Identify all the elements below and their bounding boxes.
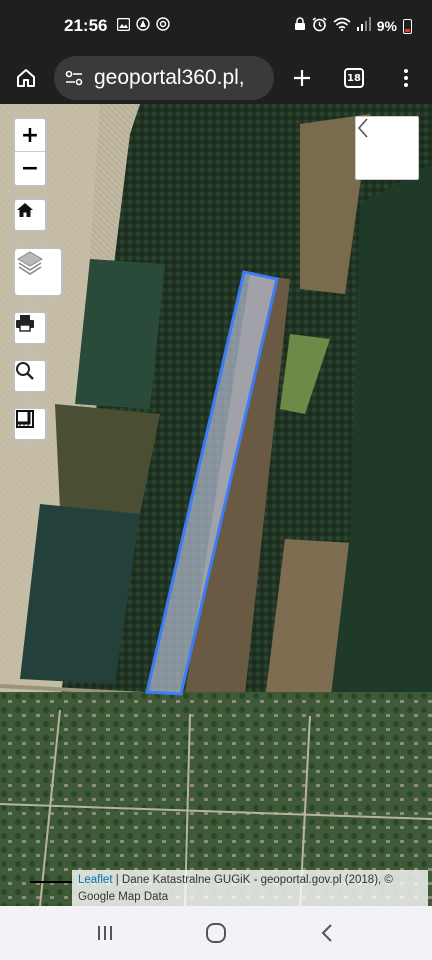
home-outline-icon [17, 69, 35, 87]
alert-icon [136, 17, 151, 35]
map-view[interactable]: + − Leaflet | Dane Katastralne GUGiK - g… [0, 104, 432, 906]
status-time: 21:56 [64, 16, 108, 35]
more-vert-icon [404, 69, 408, 87]
side-panel-toggle[interactable] [355, 116, 419, 180]
recent-apps-button[interactable] [75, 913, 135, 953]
search-icon [16, 362, 34, 380]
map-attribution: Leaflet | Dane Katastralne GUGiK - geopo… [72, 870, 428, 906]
plus-icon [294, 70, 310, 86]
browser-toolbar: geoportal360.pl, 18 [0, 52, 432, 104]
status-right-icons: 9% [294, 16, 412, 36]
browser-menu-button[interactable] [380, 52, 432, 104]
home-icon [17, 203, 33, 217]
image-icon [117, 17, 131, 35]
url-text: geoportal360.pl, [94, 66, 245, 89]
tab-switcher-button[interactable]: 18 [328, 52, 380, 104]
signal-icon [356, 17, 371, 35]
recent-apps-icon [98, 926, 113, 940]
status-bar: 21:56 9% [0, 0, 432, 52]
wifi-icon [333, 17, 351, 35]
search-button[interactable] [13, 359, 47, 393]
tab-count: 18 [344, 68, 364, 88]
leaflet-link[interactable]: Leaflet [78, 874, 113, 886]
battery-percent: 9% [376, 18, 397, 34]
satellite-imagery [0, 104, 432, 906]
url-bar[interactable]: geoportal360.pl, [54, 56, 274, 100]
new-tab-button[interactable] [276, 52, 328, 104]
attribution-text: | Dane Katastralne GUGiK - geoportal.gov… [78, 874, 393, 903]
battery-icon [403, 18, 412, 34]
home-nav-button[interactable] [186, 913, 246, 953]
site-settings-icon[interactable] [64, 69, 84, 87]
back-icon [321, 924, 332, 942]
measure-button[interactable] [13, 407, 47, 441]
layers-button[interactable] [13, 247, 63, 297]
zoom-out-button[interactable]: − [15, 152, 45, 185]
lock-icon [294, 17, 306, 35]
print-icon [16, 315, 34, 332]
back-button[interactable] [297, 913, 357, 953]
zoom-in-button[interactable]: + [15, 119, 45, 152]
alarm-icon [312, 16, 327, 36]
layers-icon [17, 251, 43, 275]
home-circle-icon [205, 923, 226, 943]
home-extent-button[interactable] [13, 198, 47, 232]
scale-bar [30, 879, 74, 883]
zoom-control: + − [13, 117, 47, 187]
print-button[interactable] [13, 311, 47, 345]
status-left-icons [117, 17, 171, 35]
measure-icon [16, 410, 34, 428]
chevron-left-icon [357, 118, 368, 138]
system-nav-bar [0, 906, 432, 960]
radar-icon [156, 17, 171, 35]
home-button[interactable] [0, 52, 52, 104]
